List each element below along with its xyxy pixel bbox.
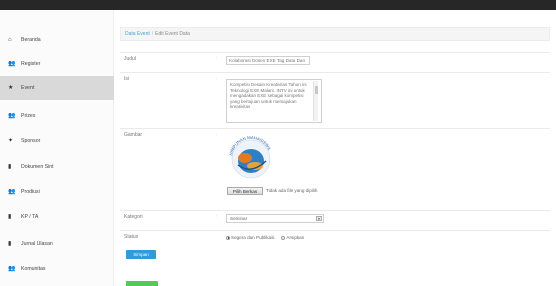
- row-separator: :: [216, 132, 218, 138]
- judul-input[interactable]: [226, 56, 310, 65]
- sidebar-item-dokumen[interactable]: ▮ Dokumen Sint: [0, 155, 114, 179]
- chevron-down-icon[interactable]: ▼: [316, 216, 322, 221]
- home-icon: ⌂: [8, 37, 12, 43]
- breadcrumb-link-data-event[interactable]: Data Event: [125, 31, 150, 37]
- breadcrumb: Data Event / Edit Event Data: [120, 27, 550, 41]
- sidebar-item-label: Komunitas: [21, 266, 46, 272]
- textarea-scrollbar[interactable]: [313, 81, 318, 121]
- sidebar-item-kp-ta[interactable]: ▮ KP / TA: [0, 205, 114, 229]
- sidebar-item-komunitas[interactable]: 👥 Komunitas: [0, 257, 114, 281]
- isi-textarea[interactable]: Kompetisi Desain Kreativitas Tahun ini T…: [226, 79, 322, 123]
- submit-button[interactable]: Simpan: [126, 250, 156, 259]
- status-radio-archive[interactable]: [281, 235, 286, 240]
- row-separator: :: [216, 56, 218, 62]
- status-label: Status: [124, 234, 139, 240]
- sidebar-item-label: Prizes: [21, 113, 36, 119]
- isi-label: Isi: [124, 76, 129, 82]
- main-content: Data Event / Edit Event Data Judul : Isi…: [114, 10, 556, 286]
- form-row-status: Status Segera dan Publikasi Arsipkan: [120, 230, 550, 248]
- form-row-isi: Isi : Kompetisi Desain Kreativitas Tahun…: [120, 72, 550, 128]
- status-option-label: Arsipkan: [286, 235, 305, 240]
- prodiusi-icon: 👥: [8, 189, 16, 195]
- form-row-gambar: Gambar : HIMPUNAN MAHASISWA Pilih Berkas…: [120, 128, 550, 210]
- sidebar-item-label: Register: [21, 61, 41, 67]
- breadcrumb-current: Edit Event Data: [155, 31, 190, 37]
- judul-label: Judul: [124, 56, 136, 62]
- sidebar-item-prodiusi[interactable]: 👥 Prodiusi: [0, 180, 114, 204]
- sidebar-item-register[interactable]: 👥 Register: [0, 52, 114, 76]
- status-option-label: Segera dan Publikasi: [231, 235, 275, 240]
- users-icon: 👥: [8, 61, 16, 67]
- choose-file-button[interactable]: Pilih Berkas: [227, 187, 263, 195]
- sponsor-icon: ✦: [8, 138, 14, 144]
- sidebar-item-jurnal[interactable]: ▮ Jurnal Ulasan: [0, 232, 114, 256]
- status-radio-group: Segera dan Publikasi Arsipkan: [226, 235, 311, 240]
- kategori-select[interactable]: Seminar ▼: [226, 214, 324, 223]
- sidebar-item-prizes[interactable]: 👥 Prizes: [0, 104, 114, 128]
- sidebar-item-label: Sponsor: [21, 138, 41, 144]
- sidebar-item-label: Event: [21, 85, 35, 91]
- sidebar: ⌂ Beranda 👥 Register ★ Event 👥 Prizes ✦ …: [0, 10, 114, 286]
- kategori-selected-value: Seminar: [230, 216, 248, 221]
- sidebar-item-label: Jurnal Ulasan: [21, 241, 53, 247]
- top-navbar: [0, 0, 556, 10]
- file-status-text: Tidak ada file yang dipilih: [266, 188, 318, 193]
- kprita-icon: ▮: [8, 214, 12, 220]
- kategori-label: Kategori: [124, 214, 143, 220]
- sidebar-item-beranda[interactable]: ⌂ Beranda: [0, 28, 114, 52]
- form-row-judul: Judul :: [120, 52, 550, 72]
- sidebar-item-label: Beranda: [21, 37, 41, 43]
- sidebar-item-sponsor[interactable]: ✦ Sponsor: [0, 129, 114, 153]
- pdf-icon: ▮: [8, 164, 12, 170]
- event-logo-image: HIMPUNAN MAHASISWA: [228, 135, 272, 179]
- sidebar-item-label: Prodiusi: [21, 189, 40, 195]
- breadcrumb-separator: /: [151, 31, 154, 37]
- sidebar-item-label: KP / TA: [21, 214, 39, 220]
- sidebar-item-label: Dokumen Sint: [21, 164, 54, 170]
- row-separator: :: [216, 214, 218, 220]
- jurnal-icon: ▮: [8, 241, 12, 247]
- gambar-label: Gambar: [124, 132, 143, 138]
- prizes-icon: 👥: [8, 113, 16, 119]
- row-separator: :: [216, 76, 218, 82]
- scrollbar-thumb[interactable]: [315, 86, 318, 94]
- komunitas-icon: 👥: [8, 266, 16, 272]
- status-radio-publish[interactable]: [226, 235, 230, 240]
- footer-green-button[interactable]: [126, 281, 158, 286]
- event-icon: ★: [8, 85, 14, 91]
- sidebar-item-event[interactable]: ★ Event: [0, 76, 114, 100]
- form-row-kategori: Kategori : Seminar ▼: [120, 210, 550, 230]
